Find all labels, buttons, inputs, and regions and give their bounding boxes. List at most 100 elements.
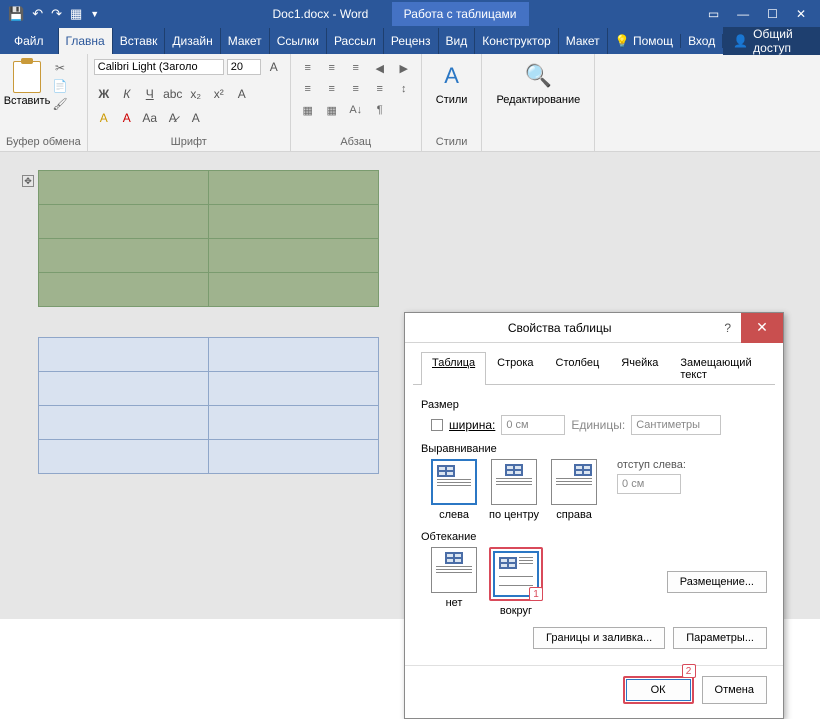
redo-icon[interactable]: ↷ <box>51 6 62 22</box>
align-center-icon[interactable]: ≡ <box>321 80 343 98</box>
wrap-section-label: Обтекание <box>421 531 767 543</box>
numbering-icon[interactable]: ≡ <box>321 59 343 77</box>
sort-icon[interactable]: A↓ <box>345 101 367 119</box>
table-properties-dialog: Свойства таблицы ? ✕ Таблица Строка Стол… <box>404 312 784 719</box>
bullets-icon[interactable]: ≡ <box>297 59 319 77</box>
person-icon: 👤 <box>733 34 748 48</box>
qat-icon[interactable]: ▦ <box>70 6 82 22</box>
dialog-help-icon[interactable]: ? <box>714 321 741 335</box>
titlebar: 💾 ↶ ↷ ▦ ▼ Doc1.docx - Word Работа с табл… <box>0 0 820 28</box>
shading-icon[interactable]: ▦ <box>297 101 319 119</box>
signin-button[interactable]: Вход <box>681 34 723 48</box>
undo-icon[interactable]: ↶ <box>32 6 43 22</box>
quick-access-toolbar: 💾 ↶ ↷ ▦ ▼ <box>0 6 107 22</box>
bulb-icon: 💡 <box>615 34 630 48</box>
font-size-select[interactable] <box>227 59 261 75</box>
shrink-font-icon[interactable]: A <box>186 108 206 128</box>
width-label: ширина: <box>449 418 495 432</box>
dialog-close-button[interactable]: ✕ <box>741 313 783 343</box>
dialog-tabs: Таблица Строка Столбец Ячейка Замещающий… <box>413 343 775 385</box>
badge-2: 2 <box>682 664 696 678</box>
indent-label: отступ слева: <box>617 459 686 471</box>
show-marks-icon[interactable]: ¶ <box>369 101 391 119</box>
group-paragraph: ≡ ≡ ≡ ◀ ▶ ≡ ≡ ≡ ≡ ↕ ▦ ▦ A↓ ¶ <box>291 54 422 151</box>
save-icon[interactable]: 💾 <box>8 6 24 22</box>
tab-view[interactable]: Вид <box>439 28 476 54</box>
wrap-none-option[interactable] <box>431 547 477 593</box>
justify-icon[interactable]: ≡ <box>369 80 391 98</box>
cut-icon[interactable]: ✂ <box>52 61 68 75</box>
minimize-icon[interactable]: — <box>737 7 749 21</box>
line-spacing-icon[interactable]: ↕ <box>393 80 415 98</box>
document-area: ✥ Свойства таблицы ? ✕ Таблица Строка Ст… <box>0 152 820 619</box>
borders-icon[interactable]: ▦ <box>321 101 343 119</box>
dlg-tab-column[interactable]: Столбец <box>545 352 611 385</box>
help-button[interactable]: 💡 Помощ <box>608 34 681 48</box>
tab-insert[interactable]: Вставк <box>113 28 166 54</box>
dlg-tab-table[interactable]: Таблица <box>421 352 486 385</box>
dlg-tab-row[interactable]: Строка <box>486 352 544 385</box>
superscript-button[interactable]: x² <box>209 84 229 104</box>
borders-button[interactable]: Границы и заливка... <box>533 627 665 649</box>
table-blue[interactable] <box>38 337 379 474</box>
cancel-button[interactable]: Отмена <box>702 676 767 704</box>
table-green[interactable] <box>38 170 379 307</box>
width-checkbox[interactable] <box>431 419 443 431</box>
format-painter-icon[interactable]: 🖌 <box>52 97 68 111</box>
tab-layout2[interactable]: Макет <box>559 28 608 54</box>
dlg-tab-alttext[interactable]: Замещающий текст <box>669 352 767 385</box>
ribbon-options-icon[interactable]: ▭ <box>708 7 719 21</box>
tab-review[interactable]: Реценз <box>384 28 439 54</box>
context-tab-header: Работа с таблицами <box>392 2 529 26</box>
dialog-title: Свойства таблицы <box>405 321 714 335</box>
paste-button[interactable]: Вставить <box>6 57 48 134</box>
change-case-icon[interactable]: Aa <box>140 108 160 128</box>
tab-constructor[interactable]: Конструктор <box>475 28 558 54</box>
align-left-icon[interactable]: ≡ <box>297 80 319 98</box>
strike-button[interactable]: abc <box>163 84 183 104</box>
editing-button[interactable]: 🔍 Редактирование <box>488 57 588 146</box>
tab-file[interactable]: Файл <box>0 28 59 54</box>
window-title: Doc1.docx - Word Работа с таблицами <box>107 7 694 21</box>
tab-layout[interactable]: Макет <box>221 28 270 54</box>
subscript-button[interactable]: x₂ <box>186 84 206 104</box>
params-button[interactable]: Параметры... <box>673 627 767 649</box>
highlight-marker-2: ОК 2 <box>623 676 694 704</box>
indent-spinner[interactable]: 0 см <box>617 474 681 494</box>
placement-button[interactable]: Размещение... <box>667 571 767 593</box>
copy-icon[interactable]: 📄 <box>52 79 68 93</box>
font-name-select[interactable] <box>94 59 224 75</box>
bold-button[interactable]: Ж <box>94 84 114 104</box>
dlg-tab-cell[interactable]: Ячейка <box>610 352 669 385</box>
align-right-option[interactable] <box>551 459 597 505</box>
tab-references[interactable]: Ссылки <box>270 28 327 54</box>
dialog-titlebar: Свойства таблицы ? ✕ <box>405 313 783 343</box>
share-button[interactable]: 👤Общий доступ <box>723 27 820 55</box>
close-icon[interactable]: ✕ <box>796 7 806 21</box>
units-select[interactable]: Сантиметры <box>631 415 721 435</box>
grow-font-icon[interactable]: A <box>264 57 284 77</box>
styles-button[interactable]: A Стили <box>428 57 476 134</box>
table-move-handle[interactable]: ✥ <box>22 175 34 187</box>
qat-dropdown-icon[interactable]: ▼ <box>90 9 99 19</box>
tab-mailings[interactable]: Рассыл <box>327 28 384 54</box>
highlight-icon[interactable]: A <box>94 108 114 128</box>
underline-button[interactable]: Ч <box>140 84 160 104</box>
width-spinner[interactable]: 0 см <box>501 415 565 435</box>
tab-design[interactable]: Дизайн <box>165 28 220 54</box>
tab-home[interactable]: Главна <box>59 28 113 54</box>
highlight-marker-1: 1 <box>489 547 543 601</box>
text-effects-icon[interactable]: A <box>232 84 252 104</box>
ribbon-tabs: Файл Главна Вставк Дизайн Макет Ссылки Р… <box>0 28 820 54</box>
font-color-icon[interactable]: A <box>117 108 137 128</box>
multilevel-icon[interactable]: ≡ <box>345 59 367 77</box>
align-left-option[interactable] <box>431 459 477 505</box>
align-right-icon[interactable]: ≡ <box>345 80 367 98</box>
increase-indent-icon[interactable]: ▶ <box>393 59 415 77</box>
italic-button[interactable]: К <box>117 84 137 104</box>
clear-format-icon[interactable]: A̷ <box>163 108 183 128</box>
ok-button[interactable]: ОК <box>626 679 691 701</box>
align-center-option[interactable] <box>491 459 537 505</box>
decrease-indent-icon[interactable]: ◀ <box>369 59 391 77</box>
maximize-icon[interactable]: ☐ <box>767 7 778 21</box>
